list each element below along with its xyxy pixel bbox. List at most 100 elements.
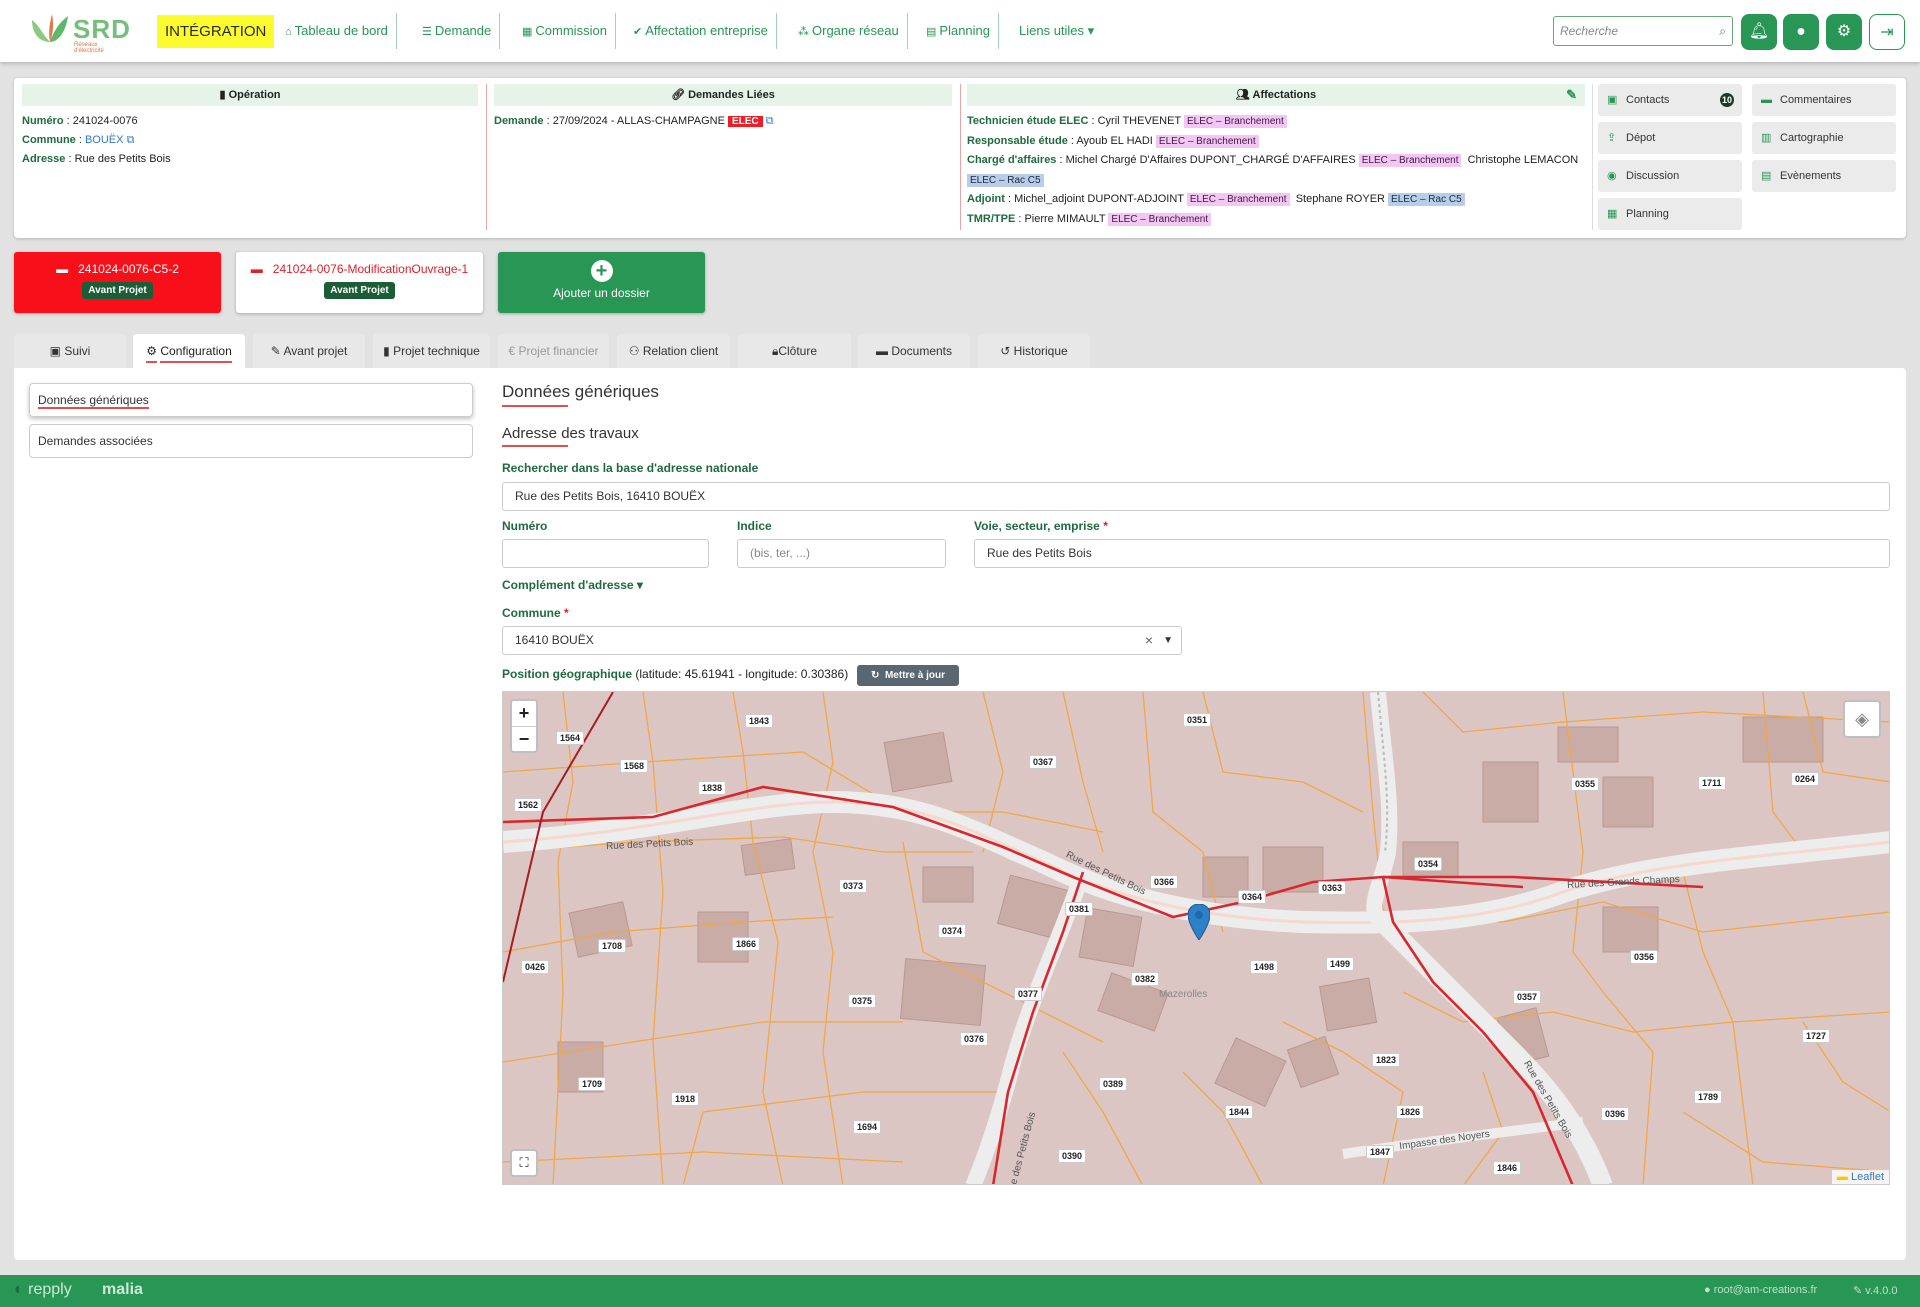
notifications-button[interactable]: 🔔︎: [1741, 14, 1777, 50]
voie-input[interactable]: Rue des Petits Bois: [974, 539, 1890, 568]
parcel-label: 1727: [1802, 1029, 1831, 1043]
malia-logo: malia: [102, 1281, 143, 1298]
complement-toggle[interactable]: Complément d'adresse ▾: [502, 578, 643, 592]
external-link-icon[interactable]: ⧉: [127, 134, 135, 146]
file-icon: ▮: [219, 89, 229, 101]
external-link-icon[interactable]: ⧉: [766, 115, 774, 127]
nav-organe-reseau[interactable]: ⁂ Organe réseau: [790, 13, 908, 49]
parcel-label: 0366: [1150, 875, 1179, 889]
parcel-label: 1708: [598, 939, 627, 953]
tab-relation-client[interactable]: ⚇ Relation client: [617, 334, 730, 368]
parcel-label: 0355: [1571, 777, 1600, 791]
evenements-button[interactable]: ▤ Evènements: [1752, 160, 1896, 192]
logout-button[interactable]: ⇥: [1869, 14, 1905, 50]
required-asterisk: *: [564, 606, 569, 620]
map-attribution[interactable]: ▬ Leaflet: [1831, 1170, 1889, 1184]
expand-icon: ⛶: [519, 1155, 529, 1170]
zoom-out-button[interactable]: −: [512, 727, 536, 752]
commentaires-button[interactable]: ▬ Commentaires: [1752, 84, 1896, 116]
footer-bar: ◐ repply malia ● root@am-creations.fr ✎ …: [0, 1275, 1920, 1307]
layers-control-button[interactable]: ◈: [1843, 700, 1881, 738]
update-position-button[interactable]: ↻ Mettre à jour: [857, 665, 959, 686]
tab-projet-technique[interactable]: ▮ Projet technique: [373, 334, 490, 368]
add-dossier-button[interactable]: + Ajouter un dossier: [498, 252, 705, 313]
nav-donnees-generiques[interactable]: Données génériques: [29, 383, 473, 417]
nav-demandes-associees[interactable]: Demandes associées: [29, 424, 473, 458]
file-icon: ▮: [383, 344, 394, 358]
gear-icon: ⚙: [1836, 23, 1852, 40]
address-search-label: Rechercher dans la base d'adresse nation…: [502, 461, 759, 475]
parcel-label: 1843: [745, 714, 774, 728]
layers-icon: ◈: [1855, 709, 1869, 729]
geo-coordinates: (latitude: 45.61941 - longitude: 0.30386…: [635, 667, 849, 681]
demandes-liees-header: 🔗︎ Demandes Liées: [494, 84, 952, 106]
people-icon: ⚇: [628, 344, 643, 358]
address-search-input[interactable]: Rue des Petits Bois, 16410 BOUËX: [502, 482, 1890, 511]
folder-icon: ▬: [875, 344, 892, 358]
planning-button[interactable]: ▦ Planning: [1598, 198, 1742, 230]
dossier-card-modification-ouvrage[interactable]: ▬ 241024-0076-ModificationOuvrage-1 Avan…: [236, 252, 483, 313]
search-icon[interactable]: ⌕: [1719, 17, 1726, 45]
nav-liens-utiles[interactable]: Liens utiles ▾: [1011, 13, 1102, 49]
parcel-label: 0367: [1029, 755, 1058, 769]
section-subtitle: Adresse des travaux: [502, 425, 639, 447]
affectations-header: 👥︎ Affectations ✎: [967, 84, 1585, 106]
edit-icon: ✎: [1853, 1285, 1863, 1297]
branchement-tag: ELEC – Branchement: [1184, 115, 1287, 128]
cartographie-button[interactable]: ▥ Cartographie: [1752, 122, 1896, 154]
map-view[interactable]: Rue des Petits Bois Rue des Petits Bois …: [502, 691, 1890, 1185]
user-icon: ●: [1796, 23, 1806, 40]
fullscreen-button[interactable]: ⛶: [510, 1149, 538, 1177]
parcel-label: 0356: [1630, 950, 1659, 964]
parcel-label: 1498: [1250, 960, 1279, 974]
tab-cloture[interactable]: 🔒︎Clôture: [738, 334, 851, 368]
parcel-label: 0375: [848, 994, 877, 1008]
nav-demande[interactable]: ☰ Demande: [414, 13, 501, 49]
user-profile-button[interactable]: ●: [1783, 14, 1819, 50]
nav-planning[interactable]: ▤ Planning: [918, 13, 1000, 49]
status-badge: Avant Projet: [324, 282, 395, 299]
depot-button[interactable]: ⇪ Dépot: [1598, 122, 1742, 154]
footer-version: ✎ v.4.0.0: [1853, 1285, 1898, 1297]
nav-tableau-de-bord[interactable]: ⌂ Tableau de bord: [277, 13, 397, 49]
plus-circle-icon: +: [590, 260, 613, 282]
sitemap-icon: ⁂: [798, 26, 809, 38]
nav-commission[interactable]: ▦ Commission: [514, 13, 616, 49]
map-marker-icon[interactable]: [1188, 904, 1210, 940]
logo-subtitle: Réseaux d'électricité: [74, 42, 104, 54]
tab-configuration[interactable]: ⚙ Configuration: [133, 334, 245, 368]
dossier-card-c5-2[interactable]: ▬ 241024-0076-C5-2 Avant Projet: [14, 252, 221, 313]
folder-icon: ▬: [56, 262, 72, 276]
parcel-label: 1562: [514, 798, 543, 812]
status-badge: Avant Projet: [82, 282, 153, 299]
affectation-row: Technicien étude ELEC : Cyril THEVENET E…: [967, 112, 1585, 132]
tab-avant-projet[interactable]: ✎ Avant projet: [253, 334, 365, 368]
nav-affectation-entreprise[interactable]: ✔ Affectation entreprise: [625, 13, 777, 49]
indice-input[interactable]: (bis, ter, ...): [737, 539, 946, 568]
tab-suivi[interactable]: ▣ Suivi: [14, 334, 126, 368]
contacts-button[interactable]: ▣ Contacts 10: [1598, 84, 1742, 116]
parcel-label: 0264: [1791, 772, 1820, 786]
tab-historique[interactable]: ↺ Historique: [978, 334, 1090, 368]
search-input[interactable]: Recherche ⌕: [1553, 16, 1733, 46]
clear-icon[interactable]: ×: [1145, 627, 1153, 654]
zoom-in-button[interactable]: +: [512, 701, 536, 727]
column-divider: [960, 84, 961, 230]
parcel-label: 0381: [1065, 902, 1094, 916]
numero-input[interactable]: [502, 539, 709, 568]
app-logo[interactable]: SRD Réseaux d'électricité: [28, 12, 130, 54]
affectation-row: TMR/TPE : Pierre MIMAULT ELEC – Branchem…: [967, 210, 1585, 230]
commune-link[interactable]: BOUËX: [85, 134, 124, 146]
bell-icon: 🔔︎: [1748, 23, 1770, 40]
tab-documents[interactable]: ▬ Documents: [858, 334, 970, 368]
operation-numero: Numéro : 241024-0076: [22, 115, 138, 127]
settings-button[interactable]: ⚙: [1826, 14, 1862, 50]
discussion-button[interactable]: ◉ Discussion: [1598, 160, 1742, 192]
edit-icon[interactable]: ✎: [1566, 84, 1577, 106]
refresh-icon: ↻: [871, 670, 883, 681]
commune-select[interactable]: 16410 BOUËX × ▼: [502, 626, 1182, 655]
chevron-down-icon[interactable]: ▼: [1163, 627, 1173, 654]
demande-liee-row: Demande : 27/09/2024 - ALLAS-CHAMPAGNE E…: [494, 115, 774, 127]
parcel-label: 0357: [1513, 990, 1542, 1004]
parcel-label: 1823: [1372, 1053, 1401, 1067]
